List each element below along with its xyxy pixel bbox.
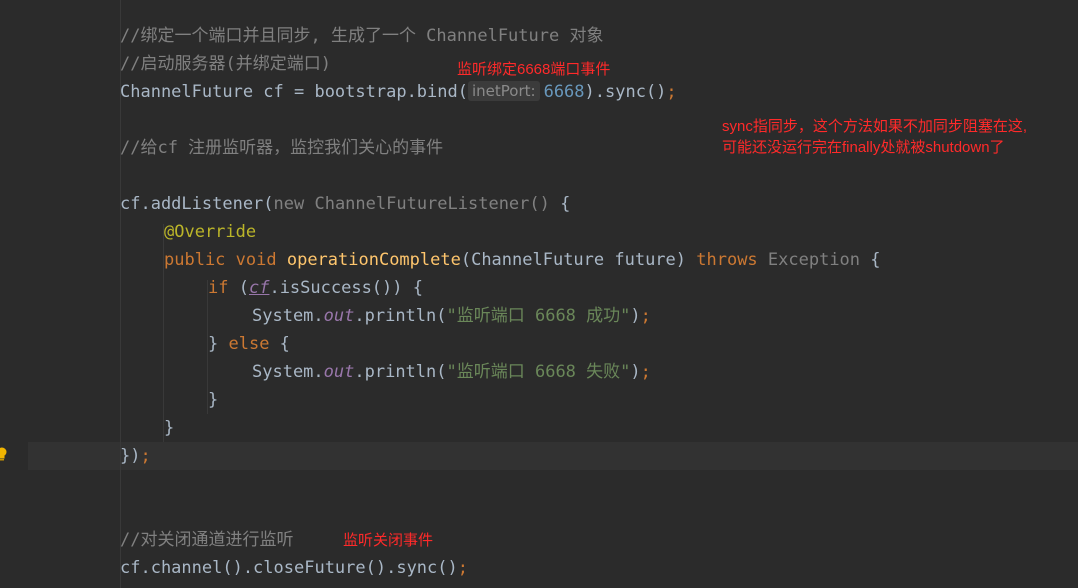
- code-line-14: });: [120, 442, 151, 470]
- code-token: }: [208, 334, 229, 354]
- code-line-12: }: [208, 390, 219, 410]
- current-line-highlight: [28, 442, 1078, 470]
- code-token: {: [549, 194, 571, 214]
- code-token: "监听端口 6668 失败": [446, 362, 631, 382]
- code-token: new ChannelFutureListener(): [273, 194, 550, 214]
- code-token: out: [323, 362, 355, 382]
- code-token: public: [164, 250, 226, 270]
- code-token: else: [228, 334, 270, 354]
- code-token: ;: [457, 558, 469, 578]
- code-line-10: } else {: [208, 330, 290, 358]
- code-token: "监听端口 6668 成功": [446, 306, 631, 326]
- code-line-8: if (cf.isSuccess()) {: [208, 274, 423, 302]
- editor-gutter[interactable]: [0, 0, 28, 588]
- code-line-11: System.out.println("监听端口 6668 失败");: [252, 358, 651, 386]
- code-line-7: public void operationComplete(ChannelFut…: [164, 246, 881, 274]
- bind-annotation: 监听绑定6668端口事件: [457, 61, 611, 78]
- code-line-5: cf.addListener(new ChannelFutureListener…: [120, 190, 570, 218]
- code-token: cf.channel().closeFuture().sync(): [120, 558, 458, 578]
- code-token: operationComplete: [286, 250, 461, 270]
- code-token: System.: [252, 306, 324, 326]
- code-token: throws: [696, 250, 758, 270]
- code-token: Exception: [757, 250, 861, 270]
- code-token: cf: [248, 278, 270, 298]
- close-annotation: 监听关闭事件: [343, 532, 434, 549]
- code-token: (ChannelFuture future): [460, 250, 697, 270]
- code-token: ;: [140, 446, 151, 466]
- code-line-16: cf.channel().closeFuture().sync();: [120, 554, 468, 582]
- code-token: void: [225, 250, 287, 270]
- code-token: {: [269, 334, 290, 354]
- code-line-13: }: [164, 418, 175, 438]
- code-token: ;: [666, 82, 677, 102]
- code-line-3: ChannelFuture cf = bootstrap.bind(inetPo…: [120, 78, 677, 106]
- parameter-hint: inetPort:: [468, 81, 540, 101]
- sync-annotation-line-2: 可能还没运行完在finally处就被shutdown了: [722, 139, 1005, 156]
- code-line-4: //给cf 注册监听器，监控我们关心的事件: [120, 138, 444, 158]
- code-token: (: [228, 278, 249, 298]
- code-line-15: //对关闭通道进行监听: [120, 530, 294, 550]
- code-editor[interactable]: //绑定一个端口并且同步, 生成了一个 ChannelFuture 对象 //启…: [0, 0, 1078, 588]
- code-token: }): [120, 446, 141, 466]
- code-token: .println(: [354, 362, 447, 382]
- code-line-2: //启动服务器(并绑定端口): [120, 54, 331, 74]
- code-token: 6668: [543, 82, 585, 102]
- code-line-9: System.out.println("监听端口 6668 成功");: [252, 302, 651, 330]
- code-token: .println(: [354, 306, 447, 326]
- code-token: ): [630, 306, 641, 326]
- code-token: cf.addListener(: [120, 194, 274, 214]
- code-token: if: [208, 278, 229, 298]
- code-token: ChannelFuture cf = bootstrap.bind(: [120, 82, 468, 102]
- code-token: ).sync(): [584, 82, 667, 102]
- code-line-6: @Override: [164, 222, 257, 242]
- code-token: ): [630, 362, 641, 382]
- code-token: .isSuccess()) {: [269, 278, 423, 298]
- code-token: out: [323, 306, 355, 326]
- code-token: {: [860, 250, 881, 270]
- lightbulb-icon[interactable]: [0, 447, 8, 461]
- code-line-1: //绑定一个端口并且同步, 生成了一个 ChannelFuture 对象: [120, 26, 604, 46]
- code-token: ;: [640, 362, 651, 382]
- code-token: System.: [252, 362, 324, 382]
- code-token: ;: [640, 306, 651, 326]
- sync-annotation-line-1: sync指同步，这个方法如果不加同步阻塞在这,: [722, 118, 1028, 135]
